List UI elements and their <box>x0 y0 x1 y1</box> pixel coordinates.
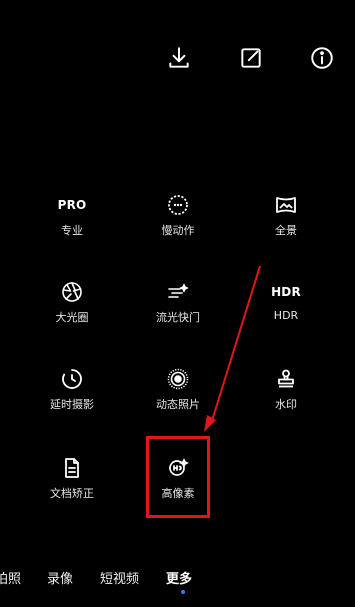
active-indicator <box>181 590 185 594</box>
mode-pro[interactable]: PRO 专业 <box>27 192 117 238</box>
mode-pro-label: 专业 <box>61 224 83 237</box>
timelapse-icon <box>27 366 117 392</box>
mode-hdr-label: HDR <box>273 309 299 322</box>
slow-motion-icon <box>133 192 223 218</box>
mode-aperture-label: 大光圈 <box>55 311 89 324</box>
document-icon <box>27 455 117 481</box>
mode-watermark[interactable]: 水印 <box>241 366 331 412</box>
light-trail-icon <box>133 279 223 305</box>
mode-light-trail[interactable]: 流光快门 <box>133 279 223 325</box>
mode-panorama[interactable]: 全景 <box>241 192 331 238</box>
mode-light-trail-label: 流光快门 <box>156 311 200 324</box>
download-icon[interactable] <box>164 43 194 73</box>
stamp-icon <box>241 366 331 392</box>
tab-more-label: 更多 <box>166 572 193 587</box>
mode-document[interactable]: 文档矫正 <box>27 455 117 501</box>
mode-slow-motion-label: 慢动作 <box>161 224 195 237</box>
hdr-icon: HDR <box>271 285 301 299</box>
panorama-icon <box>241 192 331 218</box>
info-icon[interactable] <box>307 43 337 73</box>
tab-video[interactable]: 录像 <box>47 568 73 587</box>
aperture-icon <box>27 279 117 305</box>
mode-timelapse-label: 延时摄影 <box>50 398 94 411</box>
mode-panorama-label: 全景 <box>275 224 297 237</box>
mode-watermark-label: 水印 <box>275 398 297 411</box>
tab-more[interactable]: 更多 <box>166 568 193 594</box>
tab-short-video[interactable]: 短视频 <box>100 568 139 587</box>
tab-photo[interactable]: 拍照 <box>0 568 21 587</box>
mode-live-photo-label: 动态照片 <box>156 398 200 411</box>
mode-live-photo[interactable]: 动态照片 <box>133 366 223 412</box>
highlight-box <box>146 436 210 518</box>
mode-aperture[interactable]: 大光圈 <box>27 279 117 325</box>
mode-hdr[interactable]: HDR HDR <box>241 279 331 322</box>
mode-document-label: 文档矫正 <box>50 487 94 500</box>
edit-square-icon[interactable] <box>236 43 266 73</box>
pro-icon: PRO <box>57 198 87 212</box>
bottom-mode-tabs: 拍照 录像 短视频 更多 <box>0 568 355 598</box>
mode-slow-motion[interactable]: 慢动作 <box>133 192 223 238</box>
live-photo-icon <box>133 366 223 392</box>
top-action-bar <box>0 0 355 120</box>
mode-timelapse[interactable]: 延时摄影 <box>27 366 117 412</box>
